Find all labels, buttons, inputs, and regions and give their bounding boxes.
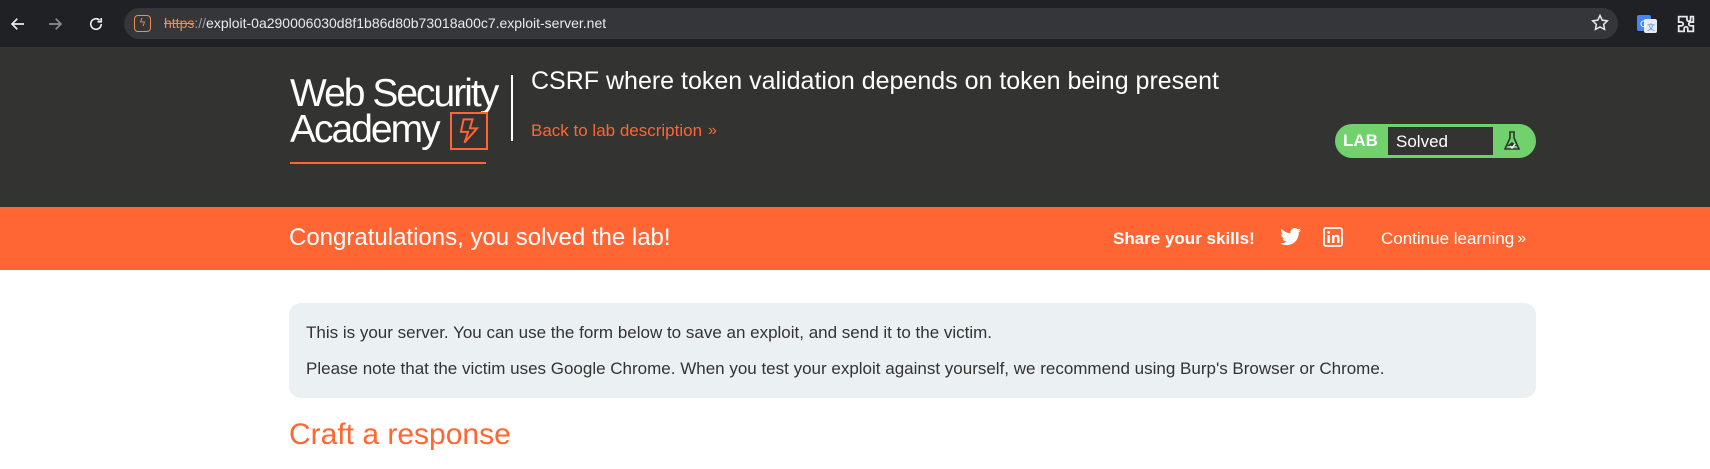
- lab-status-value-box: Solved: [1387, 126, 1494, 156]
- browser-toolbar: ϟ https://exploit-0a290006030d8f1b86d80b…: [0, 0, 1710, 47]
- server-info-box: This is your server. You can use the for…: [289, 303, 1536, 398]
- reload-icon[interactable]: [79, 7, 113, 41]
- url-separator: ://: [194, 15, 207, 31]
- lab-status-badge: LAB Solved: [1335, 124, 1536, 158]
- flask-icon: [1503, 130, 1521, 152]
- site-favicon-icon[interactable]: ϟ: [134, 15, 151, 32]
- extensions-icon[interactable]: [1675, 13, 1697, 35]
- google-translate-icon[interactable]: G文: [1636, 13, 1658, 35]
- congratulations-message: Congratulations, you solved the lab!: [289, 224, 671, 251]
- lab-title: CSRF where token validation depends on t…: [531, 67, 1219, 95]
- info-text-line2: Please note that the victim uses Google …: [306, 359, 1385, 378]
- double-chevron-right-icon: »: [1517, 230, 1526, 247]
- back-to-lab-description-link[interactable]: Back to lab description »: [531, 121, 717, 141]
- web-security-academy-logo[interactable]: Web Security Academy: [290, 72, 510, 180]
- continue-learning-link[interactable]: Continue learning »: [1381, 229, 1526, 249]
- lab-header: Web Security Academy CSRF where token va…: [0, 47, 1710, 207]
- continue-learning-label: Continue learning: [1381, 229, 1515, 248]
- svg-text:G: G: [1640, 20, 1647, 30]
- svg-text:文: 文: [1647, 22, 1655, 32]
- craft-response-heading: Craft a response: [289, 418, 511, 451]
- back-link-label: Back to lab description: [531, 121, 703, 140]
- url-host: exploit-0a290006030d8f1b86d80b73018a00c7…: [206, 15, 607, 31]
- url-text[interactable]: https://exploit-0a290006030d8f1b86d80b73…: [164, 15, 606, 31]
- back-arrow-icon[interactable]: [1, 7, 35, 41]
- logo-line2: Academy: [290, 108, 441, 151]
- share-skills-label: Share your skills!: [1113, 229, 1255, 248]
- bookmark-star-icon[interactable]: [1590, 13, 1610, 33]
- lab-status-value: Solved: [1396, 132, 1448, 151]
- address-bar[interactable]: ϟ https://exploit-0a290006030d8f1b86d80b…: [124, 8, 1618, 39]
- lab-status-label: LAB: [1343, 131, 1378, 150]
- congratulations-banner: Congratulations, you solved the lab! Sha…: [0, 207, 1710, 270]
- linkedin-icon[interactable]: [1323, 227, 1343, 247]
- url-scheme: https: [164, 15, 195, 31]
- forward-arrow-icon[interactable]: [38, 7, 72, 41]
- logo-lightning-icon: [450, 112, 488, 150]
- logo-underline: [290, 162, 486, 164]
- header-divider: [511, 75, 513, 141]
- double-chevron-right-icon: »: [708, 122, 717, 139]
- twitter-icon[interactable]: [1280, 228, 1302, 248]
- info-text-line1: This is your server. You can use the for…: [306, 323, 993, 342]
